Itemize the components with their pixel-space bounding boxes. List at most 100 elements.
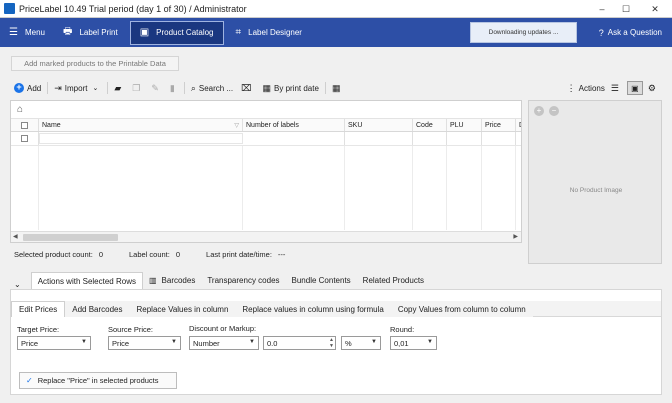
add-button[interactable]: + Add: [10, 80, 45, 96]
copy-button[interactable]: ❐: [128, 80, 147, 96]
calendar-icon: ▦: [262, 82, 272, 93]
discount-value-text: 0.0: [267, 338, 278, 348]
discount-type-value: Number: [193, 338, 220, 348]
replace-price-button[interactable]: ✓ Replace "Price" in selected products: [19, 372, 177, 389]
row-checkbox[interactable]: [21, 135, 28, 142]
folder-button[interactable]: ▰: [110, 80, 128, 96]
column-name[interactable]: Name ▽: [39, 119, 243, 131]
filter-cell[interactable]: [482, 132, 516, 145]
actions-menu[interactable]: ⋮ Actions: [564, 80, 608, 96]
column-code[interactable]: Code: [413, 119, 447, 131]
column-plu[interactable]: PLU: [447, 119, 482, 131]
dropdown-arrow-icon: ▼: [171, 339, 177, 345]
image-view-button[interactable]: ▣: [626, 81, 643, 95]
nav-menu-label: Menu: [24, 28, 45, 37]
filter-cell[interactable]: [413, 132, 447, 145]
search-label: Search ...: [198, 83, 234, 93]
filter-cell[interactable]: [447, 132, 482, 145]
printer-icon: 🖶: [62, 26, 73, 37]
tab-add-barcodes[interactable]: Add Barcodes: [65, 301, 130, 317]
toolbar-separator: [324, 82, 326, 94]
image-icon: ▣: [631, 83, 639, 93]
catalog-status: Selected product count: 0 Label count: 0…: [14, 250, 291, 260]
add-image-icon[interactable]: +: [534, 106, 544, 116]
filter-row: [11, 132, 521, 146]
source-price-select[interactable]: Price ▼: [108, 336, 181, 350]
scroll-left-arrow-icon[interactable]: ◀: [13, 233, 18, 240]
ask-question-button[interactable]: ? Ask a Question: [599, 18, 662, 47]
nav-product-catalog-label: Product Catalog: [156, 28, 214, 37]
tab-copy-values[interactable]: Copy Values from column to column: [390, 301, 533, 317]
trash-icon: ▮: [169, 82, 175, 93]
by-print-date-label: By print date: [274, 83, 319, 93]
search-button[interactable]: ⌕ Search ...: [187, 80, 237, 96]
name-filter-input[interactable]: [39, 133, 243, 144]
discount-value-input[interactable]: 0.0 ▲ ▼: [263, 336, 336, 350]
folder-icon: ▰: [114, 82, 122, 93]
search-icon: ⌕: [190, 82, 196, 93]
round-select[interactable]: 0,01 ▼: [390, 336, 437, 350]
tab-bundle-contents[interactable]: Bundle Contents: [286, 272, 357, 289]
import-icon: ⇥: [54, 82, 62, 93]
column-price[interactable]: Price: [482, 119, 516, 131]
discount-type-select[interactable]: Number ▼: [189, 336, 259, 350]
tab-actions-with-selected-rows[interactable]: Actions with Selected Rows: [30, 272, 143, 289]
by-print-date-button[interactable]: ▦ By print date: [259, 80, 323, 96]
home-icon[interactable]: ⌂: [17, 104, 23, 115]
designer-icon: ⌗: [235, 27, 242, 38]
tab-barcodes-label: Barcodes: [161, 276, 196, 285]
select-all-cell: [11, 119, 39, 131]
date-filter-button[interactable]: ▦: [328, 80, 348, 96]
nav-product-catalog[interactable]: ▣ Product Catalog: [129, 20, 224, 45]
dropdown-arrow-icon: ▼: [81, 339, 87, 345]
grid-body-column: [11, 146, 39, 230]
selected-count-value: 0: [98, 250, 103, 259]
select-all-checkbox[interactable]: [21, 121, 28, 129]
tab-barcodes[interactable]: ▥ Barcodes: [143, 272, 201, 289]
clear-filter-button[interactable]: ⌧: [237, 80, 258, 96]
question-icon: ?: [598, 27, 604, 38]
image-buttons: + −: [534, 106, 564, 116]
unit-select[interactable]: % ▼: [341, 336, 381, 350]
close-button[interactable]: ✕: [638, 0, 672, 18]
settings-button[interactable]: ⚙: [645, 80, 662, 96]
maximize-button[interactable]: ☐: [614, 0, 638, 18]
actions-label: Actions: [578, 83, 605, 93]
grid-body-column: [482, 146, 516, 230]
nav-label-designer[interactable]: ⌗ Label Designer: [227, 18, 311, 47]
nav-label-print[interactable]: 🖶 Label Print: [54, 18, 127, 47]
tab-transparency-codes[interactable]: Transparency codes: [201, 272, 285, 289]
add-label: Add: [27, 83, 42, 93]
window-controls: – ☐ ✕: [590, 0, 672, 18]
last-print-value: ---: [277, 250, 286, 259]
column-d[interactable]: D: [516, 119, 521, 131]
filter-cell[interactable]: [345, 132, 413, 145]
filter-cell[interactable]: [243, 132, 345, 145]
scroll-right-arrow-icon[interactable]: ▶: [513, 233, 518, 240]
tab-replace-values[interactable]: Replace Values in column: [129, 301, 236, 317]
tab-replace-values-formula[interactable]: Replace values in column using formula: [235, 301, 391, 317]
view-toolbar: ⋮ Actions ☰ ▣ ⚙: [564, 79, 662, 97]
minimize-button[interactable]: –: [590, 0, 614, 18]
import-button[interactable]: ⇥ Import ⌄: [50, 80, 105, 96]
collapse-chevron-icon[interactable]: ⌄: [14, 280, 21, 289]
tab-related-products[interactable]: Related Products: [357, 272, 430, 289]
column-sku[interactable]: SKU: [345, 119, 413, 131]
grid-header: Name ▽ Number of labels SKU Code PLU Pri…: [11, 119, 521, 132]
toolbar-separator: [183, 82, 185, 94]
add-marked-products-button[interactable]: Add marked products to the Printable Dat…: [11, 56, 179, 71]
spinner-icon[interactable]: ▲ ▼: [329, 337, 334, 349]
unit-value: %: [345, 338, 352, 348]
remove-image-icon[interactable]: −: [549, 106, 559, 116]
target-price-select[interactable]: Price ▼: [17, 336, 91, 350]
column-number-of-labels[interactable]: Number of labels: [243, 119, 345, 131]
nav-menu[interactable]: ☰ Menu: [0, 18, 54, 47]
delete-button[interactable]: ▮: [166, 80, 182, 96]
barcode-icon: ▥: [148, 276, 157, 285]
edit-button[interactable]: ✎: [147, 80, 166, 96]
target-price-label: Target Price:: [17, 325, 60, 334]
tab-edit-prices[interactable]: Edit Prices: [11, 301, 66, 317]
horizontal-scrollbar[interactable]: ◀ ▶: [11, 231, 521, 242]
list-view-button[interactable]: ☰: [608, 80, 625, 96]
scrollbar-thumb[interactable]: [23, 234, 118, 241]
